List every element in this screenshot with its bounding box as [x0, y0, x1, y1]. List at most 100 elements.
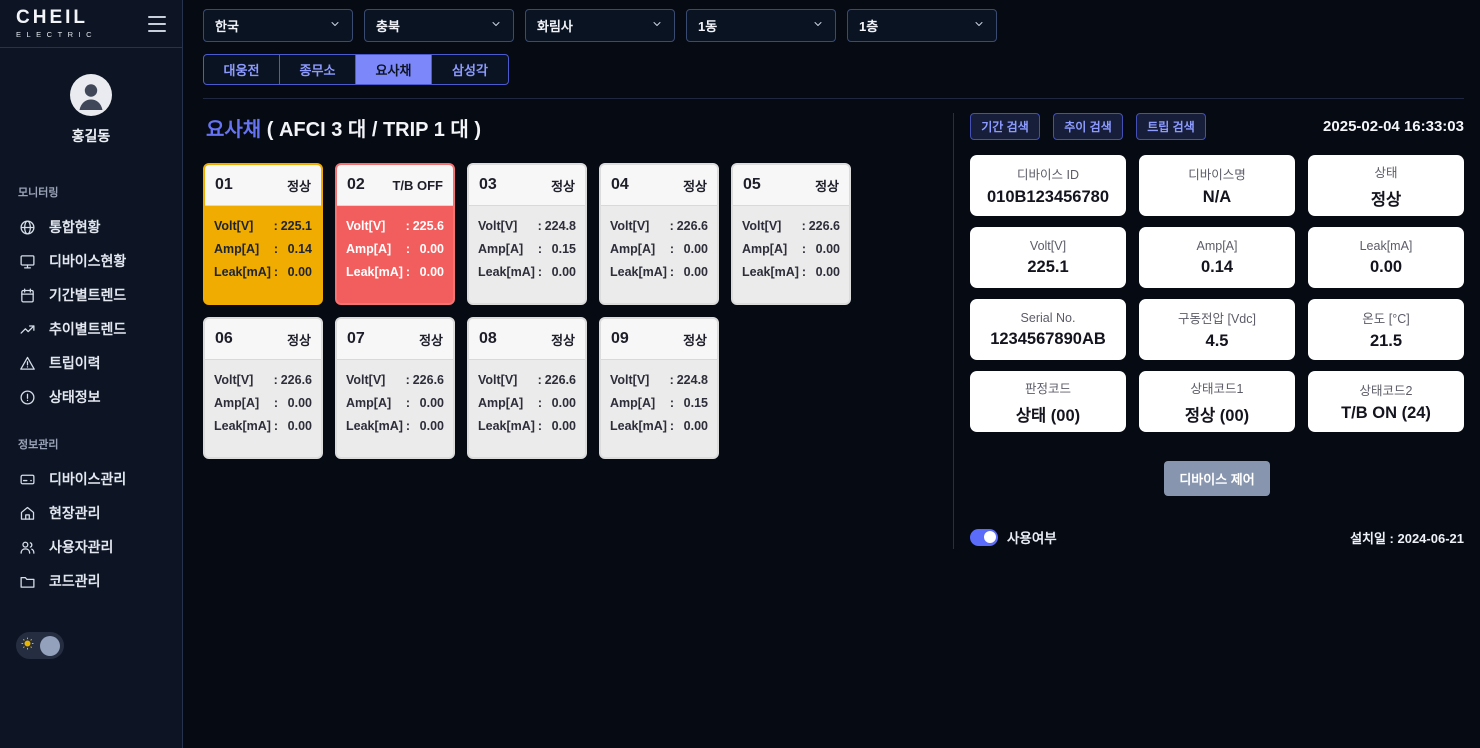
- device-card-header: 02 T/B OFF: [337, 165, 453, 206]
- device-detail-panel: 기간 검색 추이 검색 트립 검색 2025-02-04 16:33:03 디바…: [953, 113, 1464, 549]
- menu-hamburger-icon[interactable]: [146, 15, 168, 33]
- device-card[interactable]: 01 정상 Volt[V] : 225.1 Amp[A]: [203, 163, 323, 305]
- amp-row: Amp[A] : 0.00: [478, 396, 576, 410]
- colon: :: [271, 242, 281, 256]
- colon: :: [271, 219, 281, 233]
- volt-value: 226.6: [809, 219, 840, 233]
- colon: :: [403, 396, 413, 410]
- sidebar-item-device-status[interactable]: 디바이스현황: [18, 244, 164, 278]
- detail-box-label: 구동전압 [Vdc]: [1178, 308, 1256, 327]
- sidebar-item-label: 통합현황: [49, 217, 101, 237]
- leak-value: 0.00: [545, 265, 576, 279]
- device-card[interactable]: 04 정상 Volt[V] : 226.6 Amp[A]: [599, 163, 719, 305]
- sidebar-item-label: 디바이스현황: [49, 251, 126, 271]
- device-control-button[interactable]: 디바이스 제어: [1164, 461, 1269, 496]
- building-select-value: 1동: [698, 16, 717, 35]
- leak-label: Leak[mA]: [214, 419, 271, 433]
- leak-value: 0.00: [413, 419, 444, 433]
- detail-box-value: 225.1: [1027, 258, 1068, 277]
- tab-jongmuso[interactable]: 종무소: [280, 55, 356, 84]
- colon: :: [535, 265, 545, 279]
- volt-value: 226.6: [545, 373, 576, 387]
- detail-box-value: 1234567890AB: [990, 330, 1106, 349]
- province-select[interactable]: 충북: [364, 9, 514, 42]
- volt-value: 226.6: [281, 373, 312, 387]
- trip-search-button[interactable]: 트립 검색: [1136, 113, 1206, 140]
- detail-box-label: 판정코드: [1025, 378, 1071, 397]
- device-card[interactable]: 02 T/B OFF Volt[V] : 225.6 Amp[: [335, 163, 455, 305]
- leak-value: 0.00: [281, 419, 312, 433]
- sidebar-item-code-mgmt[interactable]: 코드관리: [18, 564, 164, 598]
- theme-toggle[interactable]: [16, 632, 64, 659]
- sidebar-item-status-info[interactable]: 상태정보: [18, 380, 164, 414]
- volt-value: 225.1: [281, 219, 312, 233]
- device-card[interactable]: 05 정상 Volt[V] : 226.6 Amp[A]: [731, 163, 851, 305]
- device-card[interactable]: 03 정상 Volt[V] : 224.8 Amp[A]: [467, 163, 587, 305]
- tab-daeungjeon[interactable]: 대웅전: [204, 55, 280, 84]
- volt-label: Volt[V]: [610, 373, 667, 387]
- usage-toggle[interactable]: [970, 529, 998, 546]
- tab-samseonggak[interactable]: 삼성각: [432, 55, 508, 84]
- detail-box-label: 상태코드1: [1191, 378, 1244, 397]
- volt-row: Volt[V] : 225.6: [346, 219, 444, 233]
- device-card-body: Volt[V] : 225.6 Amp[A] : 0.00: [337, 206, 453, 292]
- app-root: CHEIL ELECTRIC 홍길동 모니터링 통합현황: [0, 0, 1480, 748]
- amp-row: Amp[A] : 0.15: [610, 396, 708, 410]
- zone-tabs: 대웅전 종무소 요사채 삼성각: [203, 54, 509, 85]
- theme-toggle-knob: [40, 636, 60, 656]
- device-card-body: Volt[V] : 225.1 Amp[A] : 0.14: [205, 206, 321, 292]
- device-card[interactable]: 08 정상 Volt[V] : 226.6 Amp[A]: [467, 317, 587, 459]
- detail-box-value: 0.14: [1201, 258, 1233, 277]
- device-card[interactable]: 06 정상 Volt[V] : 226.6 Amp[A]: [203, 317, 323, 459]
- tab-yosachae[interactable]: 요사채: [356, 55, 432, 84]
- sidebar-item-integrated-status[interactable]: 통합현황: [18, 210, 164, 244]
- amp-row: Amp[A] : 0.00: [346, 396, 444, 410]
- amp-row: Amp[A] : 0.00: [610, 242, 708, 256]
- user-icon: [70, 74, 112, 116]
- detail-header: 기간 검색 추이 검색 트립 검색 2025-02-04 16:33:03: [970, 113, 1464, 140]
- floor-select[interactable]: 1층: [847, 9, 997, 42]
- sidebar-item-device-mgmt[interactable]: 디바이스관리: [18, 462, 164, 496]
- country-select[interactable]: 한국: [203, 9, 353, 42]
- colon: :: [535, 373, 545, 387]
- sidebar-item-label: 트립이력: [49, 353, 101, 373]
- device-card-body: Volt[V] : 226.6 Amp[A] : 0.00: [733, 206, 849, 292]
- amp-value: 0.15: [545, 242, 576, 256]
- leak-row: Leak[mA] : 0.00: [610, 265, 708, 279]
- building-select[interactable]: 1동: [686, 9, 836, 42]
- amp-row: Amp[A] : 0.00: [346, 242, 444, 256]
- amp-label: Amp[A]: [214, 242, 271, 256]
- leak-label: Leak[mA]: [214, 265, 271, 279]
- colon: :: [667, 219, 677, 233]
- sidebar-item-trend[interactable]: 추이별트렌드: [18, 312, 164, 346]
- chevron-down-icon: [651, 18, 663, 33]
- sidebar-item-trip-history[interactable]: 트립이력: [18, 346, 164, 380]
- device-card[interactable]: 09 정상 Volt[V] : 224.8 Amp[A]: [599, 317, 719, 459]
- detail-box-label: Serial No.: [1021, 311, 1076, 325]
- leak-value: 0.00: [281, 265, 312, 279]
- detail-box-label: 디바이스 ID: [1017, 164, 1079, 183]
- user-name: 홍길동: [0, 126, 182, 146]
- leak-row: Leak[mA] : 0.00: [478, 265, 576, 279]
- colon: :: [271, 396, 281, 410]
- site-select[interactable]: 화림사: [525, 9, 675, 42]
- trend-search-button[interactable]: 추이 검색: [1053, 113, 1123, 140]
- colon: :: [535, 419, 545, 433]
- colon: :: [667, 419, 677, 433]
- sidebar-item-label: 상태정보: [49, 387, 101, 407]
- control-row: 디바이스 제어: [970, 461, 1464, 496]
- detail-box-value: 정상: [1371, 186, 1401, 210]
- sidebar-item-period-trend[interactable]: 기간별트렌드: [18, 278, 164, 312]
- period-search-button[interactable]: 기간 검색: [970, 113, 1040, 140]
- volt-value: 226.6: [677, 219, 708, 233]
- sidebar-item-label: 코드관리: [49, 571, 101, 591]
- sidebar-item-site-mgmt[interactable]: 현장관리: [18, 496, 164, 530]
- device-card-header: 03 정상: [469, 165, 585, 206]
- detail-box-value: 4.5: [1206, 332, 1229, 351]
- device-card[interactable]: 07 정상 Volt[V] : 226.6 Amp[A]: [335, 317, 455, 459]
- sidebar-item-user-mgmt[interactable]: 사용자관리: [18, 530, 164, 564]
- sidebar-item-label: 추이별트렌드: [49, 319, 126, 339]
- device-card-header: 08 정상: [469, 319, 585, 360]
- sidebar-nav: 모니터링 통합현황 디바이스현황 기간별트렌드: [0, 150, 182, 598]
- amp-value: 0.15: [677, 396, 708, 410]
